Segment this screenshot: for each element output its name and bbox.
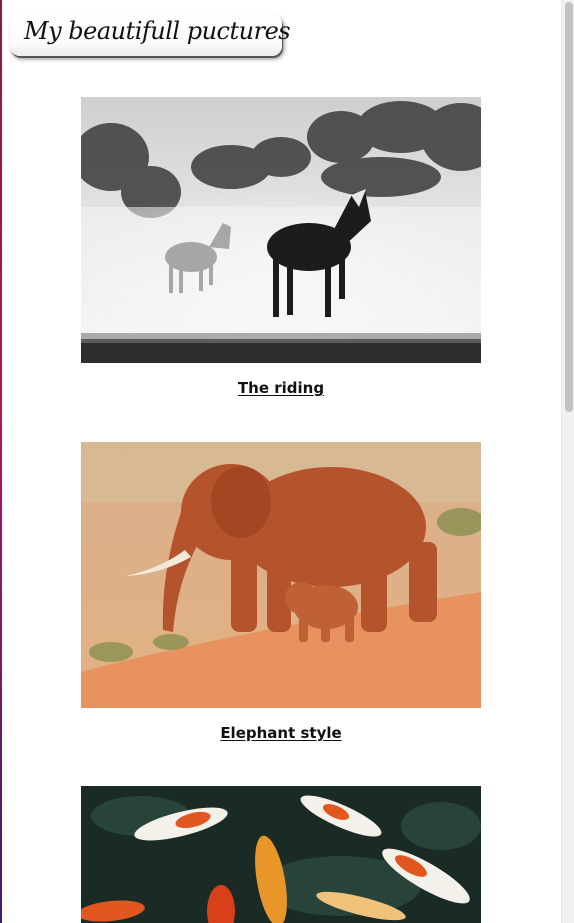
site-title: My beautifull puctures bbox=[24, 17, 291, 45]
vertical-scrollbar[interactable] bbox=[561, 0, 574, 923]
koi-photo bbox=[81, 786, 481, 923]
gallery-item-elephant-style: Elephant style bbox=[81, 442, 481, 742]
site-title-banner: My beautifull puctures bbox=[10, 14, 291, 56]
caption-the-riding[interactable]: The riding bbox=[81, 379, 481, 397]
photo-koi-link[interactable] bbox=[81, 786, 481, 923]
gallery-item-koi bbox=[81, 786, 481, 923]
scrollbar-thumb[interactable] bbox=[565, 2, 573, 412]
horses-photo bbox=[81, 97, 481, 363]
photo-horses-link[interactable] bbox=[81, 97, 481, 363]
elephant-photo bbox=[81, 442, 481, 708]
gallery-item-the-riding: The riding bbox=[81, 97, 481, 397]
page-left-edge bbox=[0, 0, 2, 923]
caption-elephant-style[interactable]: Elephant style bbox=[81, 724, 481, 742]
photo-elephant-link[interactable] bbox=[81, 442, 481, 708]
